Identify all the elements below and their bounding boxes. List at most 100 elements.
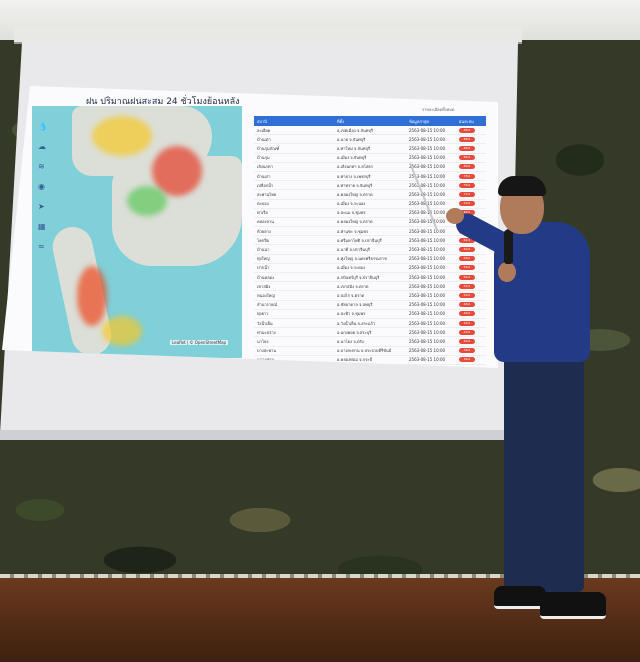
table-body: ละเอียด อ.เขตเมือง จ.จันทบุรี 2563-08-15 1… — [254, 126, 486, 365]
rain-value-cell: 80.0 — [459, 164, 485, 170]
location-cell: อ.ท่าทราย จ.จันทบุรี — [337, 182, 373, 188]
rainfall-table: สถานี ที่ตั้ง ข้อมูลล่าสุด ฝนสะสม ละเอีย… — [254, 116, 486, 365]
rain-badge: 46.0 — [459, 311, 475, 317]
table-row[interactable]: สะพานไทย อ.คลองใหญ่ จ.ตราด 2563-08-15 10:0… — [254, 190, 486, 200]
latest-cell: 2563-08-15 10:00 — [409, 283, 446, 289]
table-row[interactable]: บ้านกุมภัณฑ์ อ.ท่าใหม่ จ.จันทบุรี 2563-08-… — [254, 144, 486, 154]
wind-icon[interactable]: ≈ — [38, 242, 58, 251]
station-cell: เลิงนกทา — [257, 164, 273, 170]
right-shoe — [540, 592, 606, 619]
location-cell: อ.เมือง จ.ระนอง — [337, 201, 366, 207]
station-cell: นาโยง — [257, 338, 269, 344]
latest-cell: 2563-08-15 10:00 — [409, 302, 446, 308]
table-row[interactable]: ปากน้ำ อ.เมือง จ.ระยอง 2563-08-15 10:00 56.… — [254, 264, 486, 273]
rain-badge: 42.0 — [459, 329, 475, 335]
table-row[interactable]: นาโยง อ.นาโยง จ.ตรัง 2563-08-15 10:00 40.0 — [254, 337, 486, 347]
location-cell: อ.บางสะพาน จ.ประจวบคีรีขันธ์ — [337, 348, 392, 354]
table-row[interactable]: ห้วยยางอ.ท่าแซะ จ.ชุมพร2563-08-15 10:006… — [254, 227, 486, 237]
rain-value-cell: 58.0 — [459, 256, 485, 262]
station-cell: ทุ่งใหญ่ — [257, 256, 270, 262]
person-mic-hand — [498, 262, 516, 282]
station-cell: เขาสมิง — [257, 283, 271, 289]
rain-badge: 58.0 — [459, 256, 475, 262]
location-cell: อ.ท่าใหม่ จ.จันทบุรี — [337, 145, 371, 151]
location-cell: อ.เขาสมิง จ.ตราด — [337, 283, 369, 289]
table-row[interactable]: เปลือกน้ำ อ.ท่าทราย จ.จันทบุรี 2563-08-15 … — [254, 181, 486, 191]
location-cell: อ.กบินทร์บุรี จ.ปราจีนบุรี — [337, 274, 380, 280]
location-cell: อ.เมือง จ.ระยอง — [337, 265, 365, 271]
rain-badge: 50.0 — [459, 292, 475, 298]
table-row[interactable]: ทุ่งใหญ่ อ.ทุ่งใหญ่ จ.นครศรีธรรมราช 2563-0… — [254, 255, 486, 264]
map-toolbar: 💧 ☁ ≋ ◉ ➤ ▦ ≈ — [38, 122, 58, 251]
grid-icon[interactable]: ▦ — [38, 222, 58, 231]
location-cell: อ.ท่าแซะ จ.ชุมพร — [337, 228, 369, 234]
location-cell: อ.นาโยง จ.ตรัง — [337, 338, 364, 344]
table-row[interactable]: ทุ่งยาว อ.ปะทิว จ.ชุมพร 2563-08-15 10:00 46… — [254, 310, 486, 319]
table-row[interactable]: บ้านคลอง อ.กบินทร์บุรี จ.ปราจีนบุรี 2563-0… — [254, 273, 486, 283]
microphone — [504, 230, 513, 264]
left-shoe — [494, 586, 546, 609]
latest-cell: 2563-08-15 10:00 — [409, 329, 446, 335]
station-cell: บ้านเต่า — [257, 136, 271, 142]
rain-badge: 54.0 — [459, 274, 475, 280]
rain-badge: 72.0 — [459, 191, 475, 197]
table-row[interactable]: หนองใหญ่ อ.บ่อไร่ จ.ตราด 2563-08-15 10:00 5… — [254, 291, 486, 301]
table-row[interactable]: ละเอียด อ.เขตเมือง จ.จันทบุรี 2563-08-15 1… — [254, 126, 486, 136]
table-row[interactable]: ท่ามะปราง อ.แก่งคอย จ.สระบุรี 2563-08-15 1… — [254, 328, 486, 338]
table-row[interactable]: วังน้ำเย็น อ.วังน้ำเย็น จ.สระแก้ว 2563-08-… — [254, 319, 486, 329]
location-cell: อ.วังน้ำเย็น จ.สระแก้ว — [337, 320, 376, 326]
station-cell: ทุ่งยาว — [257, 311, 269, 317]
table-row[interactable]: โคกปีบ อ.ศรีมหาโพธิ จ.ปราจีนบุรี 2563-08-1… — [254, 236, 486, 246]
latest-cell: 2563-08-15 10:00 — [409, 348, 446, 354]
table-row[interactable]: บ้านเต่า อ.นาย จ.จันทบุรี 2563-08-15 10:00… — [254, 135, 486, 145]
table-detail-link[interactable]: รายละเอียดทั้งหมด — [422, 106, 455, 113]
header-rain: ฝนสะสม — [459, 118, 474, 124]
rain-drop-icon[interactable]: 💧 — [38, 122, 58, 131]
layers-icon[interactable]: ≋ — [38, 162, 58, 171]
pin-icon[interactable]: ◉ — [38, 182, 58, 191]
latest-cell: 2563-08-15 10:00 — [409, 256, 446, 262]
station-cell: ท่ามะปราง — [257, 329, 276, 335]
latest-cell: 2563-08-15 10:00 — [409, 191, 446, 197]
station-cell: สะพานไทย — [257, 191, 277, 197]
station-cell: ลำนารายณ์ — [257, 302, 278, 308]
station-cell: บ้านเก่า — [257, 173, 271, 179]
location-cell: อ.ท่ายาง จ.เพชรบุรี — [337, 173, 371, 179]
location-cell: อ.ศรีมหาโพธิ จ.ปราจีนบุรี — [337, 237, 382, 243]
location-cell: อ.บ่อไร่ จ.ตราด — [337, 292, 365, 298]
station-cell: ปากน้ำ — [257, 265, 270, 271]
table-row[interactable]: บางสะพาน อ.บางสะพาน จ.ประจวบคีรีขันธ์ 2563… — [254, 347, 486, 356]
station-cell: โคกปีบ — [257, 237, 270, 243]
rain-badge: 60.0 — [459, 247, 475, 253]
person-pointing-hand — [446, 208, 464, 224]
rain-badge: 70.0 — [459, 201, 475, 207]
table-row[interactable]: เขาสมิง อ.เขาสมิง จ.ตราด 2563-08-15 10:00 5… — [254, 282, 486, 292]
table-row[interactable]: ลำนารายณ์ อ.ชัยบาดาล จ.ลพบุรี 2563-08-15 1… — [254, 301, 486, 310]
latest-cell: 2563-08-15 10:00 — [409, 311, 446, 317]
station-cell: บ้านนา — [257, 247, 270, 253]
table-row[interactable]: เลิงนกทา อ.เลิงนกทา จ.ยโสธร 2563-08-15 10:… — [254, 163, 486, 172]
rain-heat-yellow — [92, 116, 152, 156]
station-cell: เปลือกน้ำ — [257, 182, 274, 188]
rain-value-cell: 38.0 — [459, 348, 485, 354]
latest-cell: 2563-08-15 10:00 — [409, 201, 446, 207]
table-row[interactable]: บ้านกุม อ.เมือง จ.จันทบุรี 2563-08-15 10:0… — [254, 154, 486, 163]
send-icon[interactable]: ➤ — [38, 202, 58, 211]
rain-value-cell: 40.0 — [459, 338, 485, 344]
rain-value-cell: 44.0 — [459, 320, 485, 326]
latest-cell: 2563-08-15 10:00 — [409, 292, 446, 298]
rain-value-cell: 88.0 — [459, 136, 485, 142]
header-latest: ข้อมูลล่าสุด — [409, 118, 429, 124]
station-cell: ท่าเรือ — [257, 210, 268, 216]
table-row[interactable]: บ้านเก่า อ.ท่ายาง จ.เพชรบุรี 2563-08-15 10… — [254, 172, 486, 182]
table-row[interactable]: ตะบอง อ.เมือง จ.ระนอง 2563-08-15 10:00 70.0 — [254, 200, 486, 209]
latest-cell: 2563-08-15 10:00 — [409, 164, 446, 170]
rain-value-cell: 72.0 — [459, 191, 485, 197]
rain-value-cell: 78.0 — [459, 173, 485, 179]
location-cell: อ.นาย จ.จันทบุรี — [337, 136, 366, 142]
table-row[interactable]: บ้านนา อ.นาดี จ.ปราจีนบุรี 2563-08-15 10:0… — [254, 245, 486, 255]
rain-badge: 36.0 — [459, 357, 475, 363]
rain-value-cell: 86.0 — [459, 145, 485, 151]
station-cell: คลองลาน — [257, 219, 274, 225]
cloud-icon[interactable]: ☁ — [38, 142, 58, 151]
